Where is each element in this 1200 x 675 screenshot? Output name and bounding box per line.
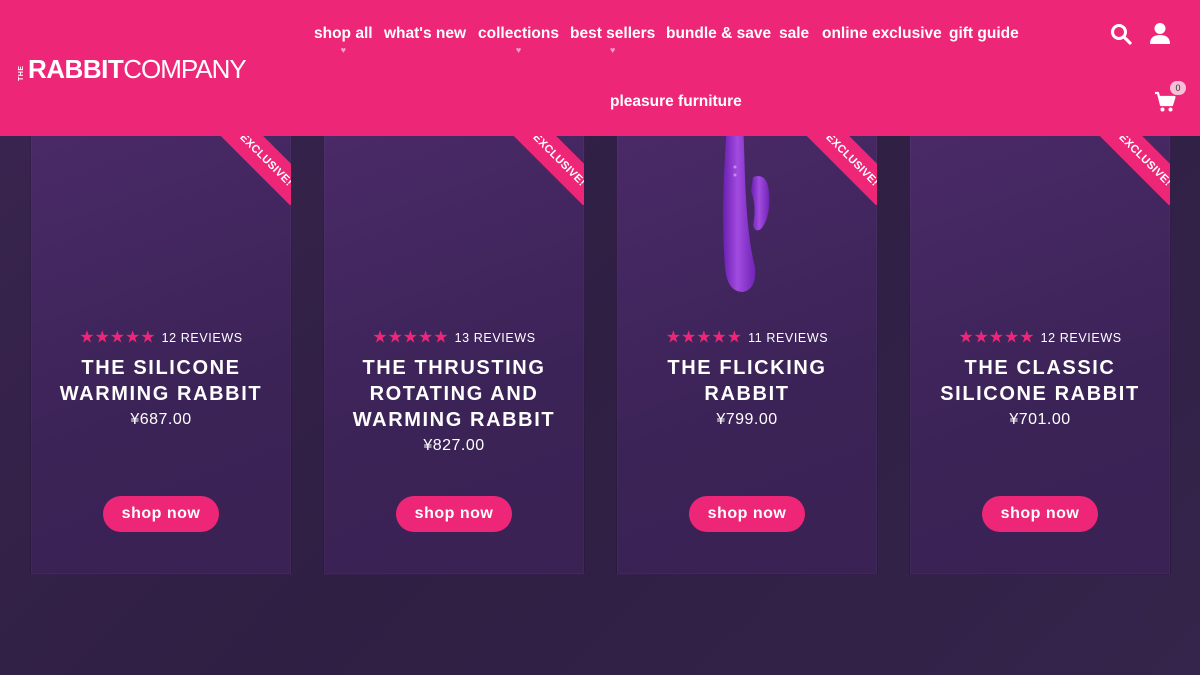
cart-icon[interactable]	[1154, 91, 1176, 113]
shop-now-button[interactable]: shop now	[982, 496, 1098, 532]
search-icon[interactable]	[1110, 23, 1132, 45]
nav-label: online exclusive	[822, 25, 942, 42]
ribbon-label: EXCLUSIVE!	[795, 127, 877, 205]
star-rating-icon: ★★★★★	[665, 327, 742, 348]
shop-now-button[interactable]: shop now	[103, 496, 219, 532]
nav-whats-new[interactable]: what's new	[384, 25, 466, 43]
ribbon-label: EXCLUSIVE!	[1088, 127, 1170, 205]
dropdown-heart-icon: ♥	[340, 45, 346, 55]
review-count: 13 REVIEWS	[454, 330, 536, 345]
product-price: ¥687.00	[130, 411, 192, 428]
nav-gift-guide[interactable]: gift guide	[949, 25, 1019, 43]
main-nav: shop all ♥ what's new collections ♥ best…	[0, 0, 1200, 136]
user-icon[interactable]	[1149, 22, 1171, 45]
nav-collections[interactable]: collections ♥	[478, 25, 559, 55]
product-card[interactable]: EXCLUSIVE! ★★★★★ 13 REVIEWS THE THRUSTIN…	[323, 126, 585, 575]
site-header: THE RABBIT COMPANY shop all ♥ what's new…	[0, 0, 1200, 136]
review-count: 12 REVIEWS	[1040, 330, 1122, 345]
product-rating[interactable]: ★★★★★ 12 REVIEWS	[31, 327, 291, 348]
nav-label: what's new	[384, 25, 467, 42]
product-rating[interactable]: ★★★★★ 13 REVIEWS	[324, 327, 584, 348]
product-title[interactable]: THE SILICONE WARMING RABBIT	[41, 355, 281, 407]
product-rating[interactable]: ★★★★★ 12 REVIEWS	[910, 327, 1170, 348]
product-price: ¥827.00	[423, 437, 485, 454]
product-card[interactable]: EXCLUSIVE! ★★★★★ 11 REVIEWS THE FLICKING…	[616, 126, 878, 575]
nav-pleasure-furniture[interactable]: pleasure furniture	[610, 93, 742, 111]
dropdown-heart-icon: ♥	[515, 45, 522, 55]
shop-now-button[interactable]: shop now	[689, 496, 805, 532]
nav-label: collections	[478, 25, 559, 42]
star-rating-icon: ★★★★★	[79, 327, 156, 348]
product-price: ¥799.00	[716, 411, 778, 428]
ribbon-label: EXCLUSIVE!	[502, 127, 584, 205]
nav-best-sellers[interactable]: best sellers ♥	[570, 25, 656, 55]
shop-now-button[interactable]: shop now	[396, 496, 512, 532]
nav-label: best sellers	[570, 25, 656, 42]
dropdown-heart-icon: ♥	[609, 45, 616, 55]
product-title[interactable]: THE CLASSIC SILICONE RABBIT	[920, 355, 1160, 407]
ribbon-label: EXCLUSIVE!	[209, 127, 291, 205]
exclusive-ribbon: EXCLUSIVE!	[464, 127, 584, 205]
cart-count-badge: 0	[1170, 81, 1186, 95]
product-title[interactable]: THE FLICKING RABBIT	[627, 355, 867, 407]
nav-shop-all[interactable]: shop all ♥	[314, 25, 373, 55]
product-card[interactable]: EXCLUSIVE! ★★★★★ 12 REVIEWS THE SILICONE…	[30, 126, 292, 575]
product-rating[interactable]: ★★★★★ 11 REVIEWS	[617, 327, 877, 348]
nav-bundle-save[interactable]: bundle & save	[666, 25, 771, 43]
exclusive-ribbon: EXCLUSIVE!	[171, 127, 291, 205]
nav-sale[interactable]: sale	[779, 25, 809, 43]
nav-label: bundle & save	[666, 25, 772, 42]
exclusive-ribbon: EXCLUSIVE!	[757, 127, 877, 205]
review-count: 12 REVIEWS	[161, 330, 243, 345]
product-price: ¥701.00	[1009, 411, 1071, 428]
exclusive-ribbon: EXCLUSIVE!	[1050, 127, 1170, 205]
star-rating-icon: ★★★★★	[958, 327, 1035, 348]
nav-label: pleasure furniture	[610, 93, 742, 110]
product-title[interactable]: THE THRUSTING ROTATING AND WARMING RABBI…	[334, 355, 574, 433]
star-rating-icon: ★★★★★	[372, 327, 449, 348]
nav-label: gift guide	[949, 25, 1019, 42]
nav-label: shop all	[314, 25, 373, 42]
review-count: 11 REVIEWS	[748, 330, 829, 345]
nav-label: sale	[779, 25, 810, 42]
nav-online-exclusive[interactable]: online exclusive	[822, 25, 942, 43]
product-card[interactable]: EXCLUSIVE! ★★★★★ 12 REVIEWS THE CLASSIC …	[909, 126, 1171, 575]
